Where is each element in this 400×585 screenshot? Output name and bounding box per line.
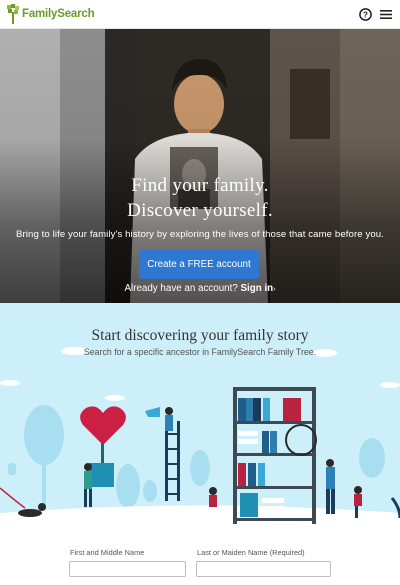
create-account-button[interactable]: Create a FREE account bbox=[139, 250, 259, 279]
first-name-input[interactable] bbox=[69, 561, 186, 577]
last-name-label: Last or Maiden Name (Required) bbox=[197, 548, 305, 557]
help-icon[interactable]: ? bbox=[359, 8, 372, 21]
hero-banner: Find your family. Discover yourself. Bri… bbox=[0, 29, 400, 303]
signin-link[interactable]: Sign in bbox=[241, 283, 274, 294]
hero-title-line2: Discover yourself. bbox=[127, 200, 273, 221]
last-name-input[interactable] bbox=[196, 561, 331, 577]
discover-subtitle: Search for a specific ancestor in Family… bbox=[83, 347, 317, 357]
discover-title: Start discovering your family story bbox=[91, 327, 309, 344]
signin-row: Already have an account? Sign in› bbox=[0, 283, 400, 294]
family-tree-logo-icon bbox=[7, 4, 19, 24]
top-nav-bar: FamilySearch ? bbox=[0, 0, 400, 29]
hamburger-menu-icon[interactable] bbox=[380, 9, 392, 20]
signin-prompt: Already have an account? bbox=[124, 283, 238, 294]
svg-text:?: ? bbox=[363, 10, 368, 19]
logo-text: FamilySearch bbox=[22, 8, 95, 20]
first-name-label: First and Middle Name bbox=[70, 548, 145, 557]
hero-subtitle: Bring to life your family's history by e… bbox=[15, 229, 384, 240]
ancestor-search-form: First and Middle Name Last or Maiden Nam… bbox=[0, 530, 400, 585]
hero-title-line1: Find your family. bbox=[131, 175, 269, 196]
familysearch-logo[interactable]: FamilySearch bbox=[6, 3, 95, 25]
chevron-right-icon: › bbox=[273, 286, 276, 293]
